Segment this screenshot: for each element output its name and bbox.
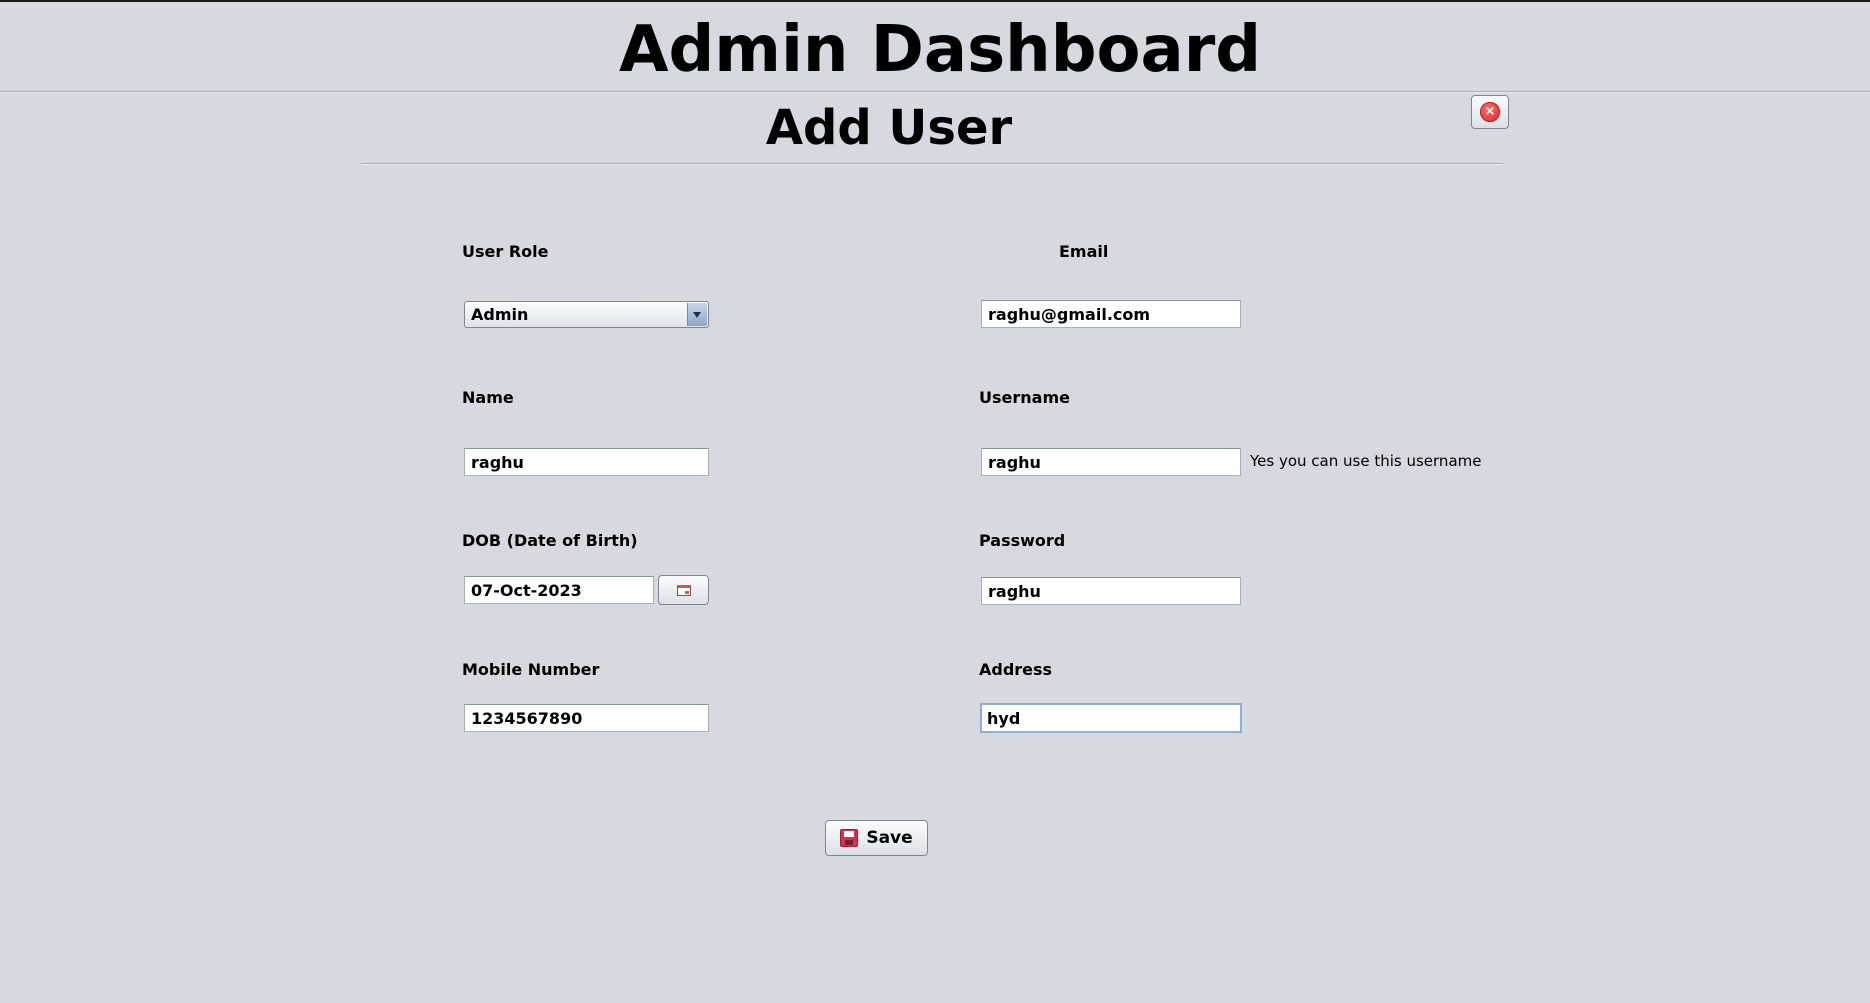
- email-label: Email: [1059, 242, 1109, 261]
- username-label: Username: [979, 388, 1070, 407]
- save-button[interactable]: Save: [825, 820, 928, 856]
- app-title: Admin Dashboard: [618, 13, 1262, 87]
- header-divider: [0, 91, 1870, 93]
- user-role-value: Admin: [471, 305, 529, 324]
- close-button[interactable]: ×: [1471, 95, 1509, 129]
- mobile-label: Mobile Number: [462, 660, 600, 679]
- calendar-icon: [676, 584, 691, 596]
- name-label: Name: [462, 388, 514, 407]
- chevron-down-icon[interactable]: [687, 303, 707, 326]
- date-picker-button[interactable]: [658, 575, 709, 605]
- email-field[interactable]: [981, 300, 1241, 328]
- user-role-label: User Role: [462, 242, 549, 261]
- floppy-disk-icon: [840, 829, 859, 847]
- name-field[interactable]: [464, 448, 709, 476]
- panel-divider: [361, 163, 1503, 165]
- username-availability-text: Yes you can use this username: [1250, 452, 1482, 470]
- dob-label: DOB (Date of Birth): [462, 531, 638, 550]
- close-icon: ×: [1480, 102, 1500, 122]
- address-field[interactable]: [980, 703, 1242, 733]
- dob-field[interactable]: [464, 576, 654, 604]
- save-button-label: Save: [866, 828, 913, 848]
- window-top-border: [0, 0, 1870, 2]
- panel-title: Add User: [765, 100, 1013, 156]
- mobile-field[interactable]: [464, 704, 709, 732]
- username-field[interactable]: [981, 448, 1241, 476]
- password-label: Password: [979, 531, 1066, 550]
- password-field[interactable]: [981, 577, 1241, 605]
- user-role-select[interactable]: Admin: [464, 301, 709, 328]
- address-label: Address: [979, 660, 1053, 679]
